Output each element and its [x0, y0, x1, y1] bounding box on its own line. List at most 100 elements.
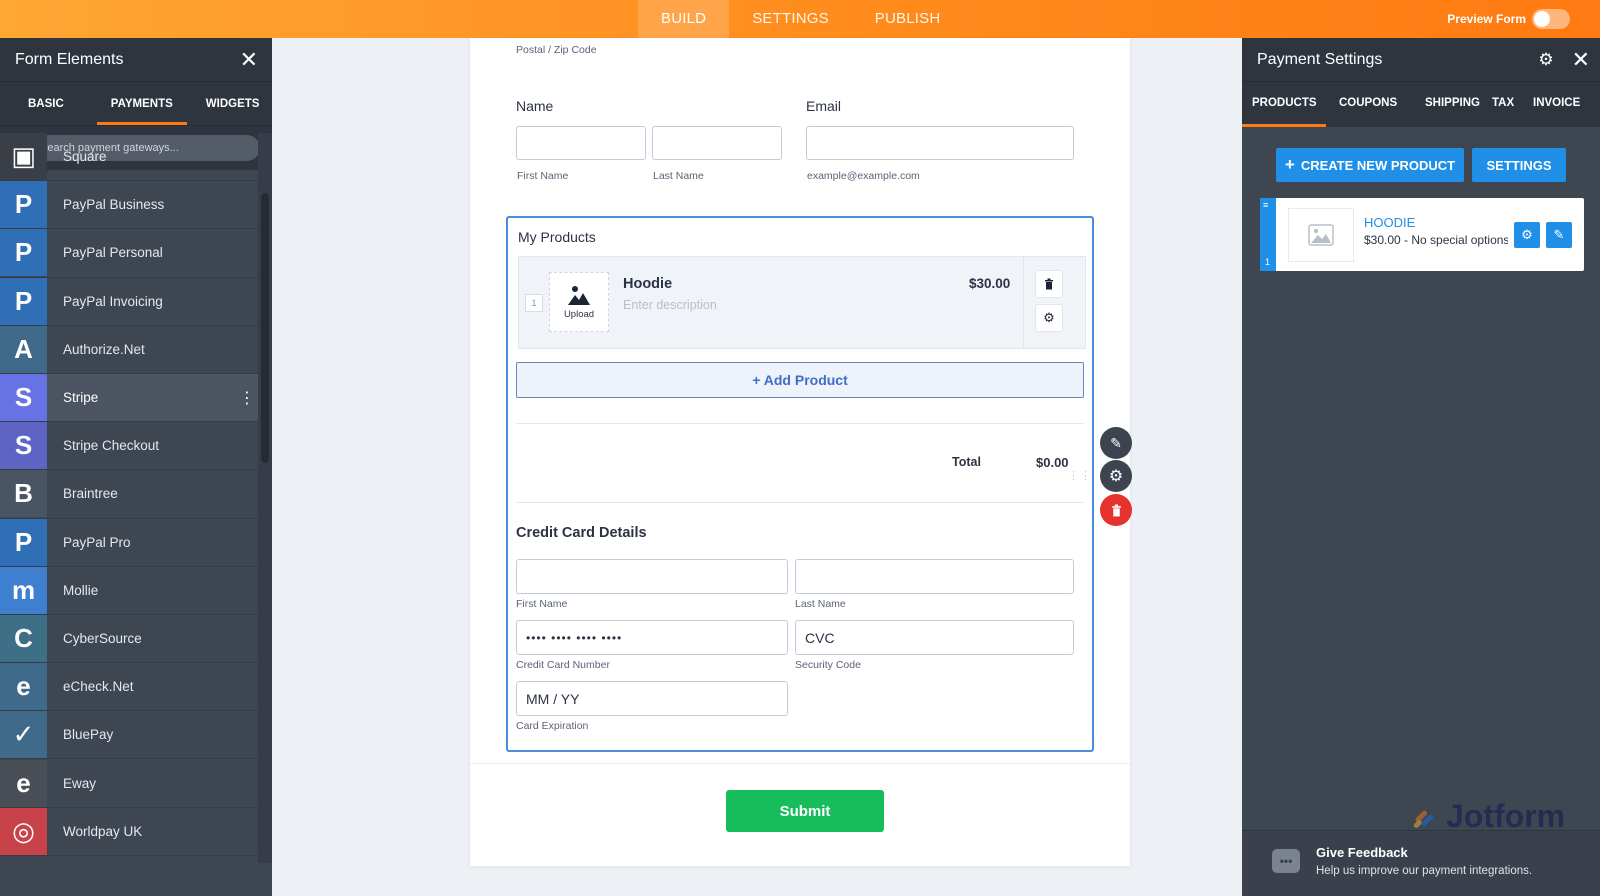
braintree-icon: B: [0, 470, 47, 518]
form-elements-tabs: BASIC PAYMENTS WIDGETS: [0, 81, 272, 126]
email-input[interactable]: [806, 126, 1074, 160]
gateway-item[interactable]: A Authorize.Net: [0, 325, 258, 374]
settings-button[interactable]: SETTINGS: [1472, 148, 1566, 182]
field-wand-button[interactable]: ✎: [1100, 427, 1132, 459]
gateway-label: Braintree: [63, 486, 118, 502]
product-image-upload[interactable]: Upload: [549, 272, 609, 332]
top-nav: BUILD SETTINGS PUBLISH: [638, 0, 963, 38]
tab-products[interactable]: PRODUCTS: [1252, 82, 1317, 125]
product-card[interactable]: ≡ 1 HOODIE $30.00 - No special options ⚙…: [1260, 198, 1584, 271]
form-card: Postal / Zip Code Name Email First Name …: [470, 38, 1130, 866]
products-field[interactable]: My Products 1 Upload Hoodie Enter descri…: [506, 216, 1094, 752]
add-product-button[interactable]: + Add Product: [516, 362, 1084, 398]
gateway-list-scrollbar[interactable]: [258, 133, 272, 863]
create-new-product-button[interactable]: + CREATE NEW PRODUCT: [1276, 148, 1464, 182]
plus-icon: +: [1284, 155, 1295, 174]
gear-icon[interactable]: ⚙: [1538, 50, 1553, 70]
echeck-icon: e: [0, 663, 47, 711]
drag-handle[interactable]: ⋮⋮: [1068, 471, 1092, 482]
gateway-item[interactable]: P PayPal Invoicing: [0, 277, 258, 326]
gateway-item[interactable]: S Stripe ⋮: [0, 373, 258, 423]
gateway-item[interactable]: S Stripe Checkout: [0, 422, 258, 471]
gateway-item[interactable]: e Eway: [0, 759, 258, 808]
worldpay-icon: ◎: [0, 807, 47, 855]
form-elements-header: Form Elements ✕: [0, 38, 272, 81]
gateway-item[interactable]: P PayPal Personal: [0, 229, 258, 278]
product-card-handle[interactable]: ≡ 1: [1260, 198, 1276, 271]
product-thumbnail: [1288, 208, 1354, 262]
tab-settings[interactable]: SETTINGS: [729, 0, 852, 38]
trash-icon: [1111, 504, 1121, 516]
field-delete-button[interactable]: [1100, 494, 1132, 526]
product-card-settings-button[interactable]: ⚙: [1514, 222, 1540, 248]
cc-first-name-label: First Name: [516, 598, 568, 610]
expiry-input[interactable]: MM / YY: [516, 681, 788, 716]
product-row-divider: [1023, 257, 1024, 348]
preview-form-toggle[interactable]: [1532, 9, 1570, 29]
payment-settings-header: Payment Settings ⚙ ✕: [1242, 38, 1600, 81]
bluepay-icon: ✓: [0, 711, 47, 759]
product-settings-button[interactable]: ⚙: [1035, 304, 1063, 332]
tab-widgets[interactable]: WIDGETS: [192, 82, 274, 125]
cybersource-icon: C: [0, 614, 47, 662]
last-name-input[interactable]: [652, 126, 782, 160]
last-name-sublabel: Last Name: [653, 170, 704, 182]
gateway-label: PayPal Business: [63, 197, 165, 213]
gateway-item[interactable]: C CyberSource: [0, 614, 258, 664]
tab-payments[interactable]: PAYMENTS: [96, 82, 187, 125]
email-title: Email: [806, 98, 842, 114]
gateway-item[interactable]: ◎ Worldpay UK: [0, 807, 258, 856]
eway-icon: e: [0, 759, 47, 807]
image-placeholder-icon: [1308, 224, 1334, 246]
jotform-logo-icon: [1413, 810, 1434, 828]
product-card-name: HOODIE: [1364, 215, 1416, 230]
gateway-item[interactable]: ▣ Square: [0, 133, 258, 182]
product-card-edit-button[interactable]: ✎: [1546, 222, 1572, 248]
gear-icon: ⚙: [1108, 468, 1124, 485]
tab-tax[interactable]: TAX: [1492, 82, 1514, 125]
trash-icon: [1045, 278, 1053, 290]
name-title: Name: [516, 98, 554, 114]
products-divider-bottom: [516, 502, 1084, 503]
authorize-net-icon: A: [0, 325, 47, 373]
close-icon[interactable]: ✕: [1572, 48, 1590, 71]
gateway-label: Eway: [63, 775, 97, 791]
cc-last-name-input[interactable]: [795, 559, 1074, 594]
tab-invoice[interactable]: INVOICE: [1533, 82, 1580, 125]
tab-coupons[interactable]: COUPONS: [1339, 82, 1397, 125]
form-canvas: Postal / Zip Code Name Email First Name …: [272, 38, 1242, 896]
more-options-icon[interactable]: ⋮: [236, 388, 258, 408]
delete-product-button[interactable]: [1035, 270, 1063, 298]
gateway-item[interactable]: m Mollie: [0, 566, 258, 615]
tab-shipping[interactable]: SHIPPING: [1425, 82, 1480, 125]
card-expiration-label: Card Expiration: [516, 720, 589, 732]
products-title: My Products: [518, 229, 596, 245]
gateway-item[interactable]: P PayPal Business: [0, 181, 258, 230]
gateway-label: eCheck.Net: [63, 679, 134, 695]
tab-publish[interactable]: PUBLISH: [852, 0, 964, 38]
tab-basic[interactable]: BASIC: [14, 82, 78, 125]
gateway-item[interactable]: B Braintree: [0, 470, 258, 519]
field-settings-button[interactable]: ⚙: [1100, 460, 1132, 492]
gateway-list: ▣ Square P PayPal Business P PayPal Personal P…: [0, 133, 258, 863]
cc-first-name-input[interactable]: [516, 559, 788, 594]
gateway-item[interactable]: ✓ BluePay: [0, 711, 258, 760]
first-name-sublabel: First Name: [517, 170, 569, 182]
tab-build[interactable]: BUILD: [638, 0, 730, 38]
cvc-input[interactable]: CVC: [795, 620, 1074, 655]
create-new-product-label: CREATE NEW PRODUCT: [1300, 157, 1456, 173]
toggle-knob: [1534, 11, 1550, 27]
scrollbar-thumb[interactable]: [261, 193, 269, 463]
gateway-item[interactable]: e eCheck.Net: [0, 663, 258, 712]
submit-button[interactable]: Submit: [726, 790, 884, 832]
first-name-input[interactable]: [516, 126, 646, 160]
gateway-item[interactable]: P PayPal Pro: [0, 518, 258, 567]
close-icon[interactable]: ✕: [240, 48, 258, 71]
product-description[interactable]: Enter description: [623, 298, 717, 312]
product-card-details: $30.00 - No special options: [1364, 233, 1508, 247]
products-divider-top: [516, 423, 1084, 424]
total-value: $0.00: [1036, 455, 1069, 470]
active-tab-indicator: [1242, 124, 1326, 127]
card-number-input[interactable]: •••• •••• •••• ••••: [516, 620, 788, 655]
feedback-bar[interactable]: ••• Give Feedback Help us improve our pa…: [1242, 830, 1600, 896]
